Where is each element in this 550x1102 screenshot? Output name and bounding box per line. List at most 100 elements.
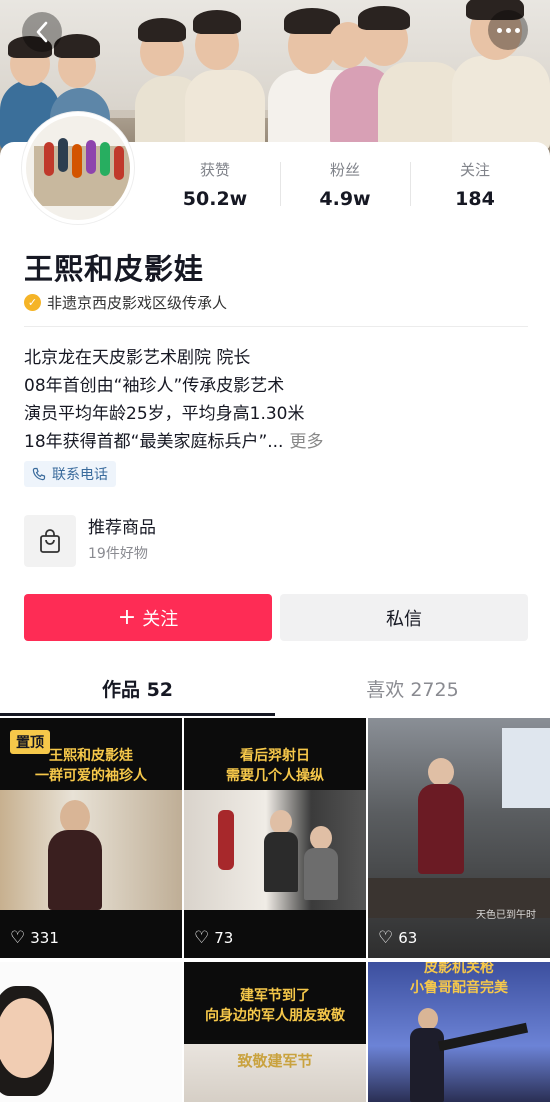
shop-text: 推荐商品 19件好物 <box>88 516 156 566</box>
caption-line: 小鲁哥配音完美 <box>410 980 508 996</box>
video-grid: 置顶 王熙和皮影娃 一群可爱的袖珍人 ♡ 331 看后羿射日 需要几个人操纵 ♡ <box>0 718 550 1102</box>
banner-figure <box>452 56 550 150</box>
bio-line: 08年首创由“袖珍人”传承皮影艺术 <box>24 376 285 396</box>
avatar-figure <box>72 144 82 178</box>
heart-icon: ♡ <box>378 928 394 948</box>
avatar-figure <box>86 140 96 174</box>
bio-line-last: 18年获得首都“最美家庭标兵户”... 更多 <box>24 428 534 456</box>
caption-line: 向身边的军人朋友致敬 <box>205 1008 345 1024</box>
avatar-figure <box>44 142 54 176</box>
follow-button[interactable]: + 关注 <box>24 594 272 641</box>
more-dots-icon <box>496 27 502 33</box>
banner-figure <box>358 6 410 30</box>
thumb-figure <box>304 848 338 900</box>
video-tile[interactable]: 天色已到午时 ♡ 63 <box>368 718 550 958</box>
stat-label: 粉丝 <box>329 161 360 179</box>
thumb-title: 致敬建军节 <box>237 1052 313 1070</box>
video-tile[interactable]: 置顶 王熙和皮影娃 一群可爱的袖珍人 ♡ 331 <box>0 718 182 958</box>
shop-subtitle: 19件好物 <box>88 546 148 562</box>
video-thumbnail <box>0 790 182 910</box>
video-tile[interactable]: 建军节到了 向身边的军人朋友致敬 致敬建军节 <box>184 962 366 1102</box>
divider <box>24 326 528 327</box>
more-button[interactable] <box>488 10 528 50</box>
avatar-figure <box>58 138 68 172</box>
thumb-prop <box>437 1022 529 1052</box>
stat-value: 4.9w <box>319 188 371 210</box>
stat-likes[interactable]: 获赞 50.2w <box>150 160 280 210</box>
video-thumbnail <box>184 790 366 910</box>
verification-row: ✓ 非遗京西皮影戏区级传承人 <box>24 292 227 313</box>
contact-label: 联系电话 <box>52 467 108 483</box>
plus-icon: + <box>117 604 137 630</box>
thumb-figure <box>270 810 292 834</box>
avatar-figure <box>114 146 124 180</box>
video-tile[interactable] <box>0 962 182 1102</box>
caption-line: 看后羿射日 <box>240 748 310 764</box>
bio: 北京龙在天皮影艺术剧院 院长 08年首创由“袖珍人”传承皮影艺术 演员平均年龄2… <box>24 344 534 456</box>
heart-icon: ♡ <box>194 928 210 948</box>
chevron-left-icon <box>36 21 48 43</box>
video-tile[interactable]: 看后羿射日 需要几个人操纵 ♡ 73 <box>184 718 366 958</box>
caption-line: 一群可爱的袖珍人 <box>35 768 147 784</box>
message-button[interactable]: 私信 <box>280 594 528 641</box>
avatar[interactable] <box>22 112 134 224</box>
bio-line: 18年获得首都“最美家庭标兵户”... <box>24 432 284 452</box>
caption-line: 皮影机关枪 <box>424 962 494 976</box>
banner-figure <box>193 10 241 34</box>
shop-title: 推荐商品 <box>88 518 156 538</box>
caption-line: 建军节到了 <box>240 988 310 1004</box>
caption-line: 王熙和皮影娃 <box>49 748 133 764</box>
heart-icon: ♡ <box>10 928 26 948</box>
caption-line: 需要几个人操纵 <box>226 768 324 784</box>
thumb-figure <box>48 830 102 910</box>
content-tabs: 作品 52 喜欢 2725 <box>0 666 550 716</box>
thumb-figure <box>310 826 332 850</box>
video-caption: 王熙和皮影娃 一群可爱的袖珍人 <box>0 746 182 786</box>
avatar-figure <box>100 142 110 176</box>
video-caption: 建军节到了 向身边的军人朋友致敬 <box>184 986 366 1026</box>
likes-count: 63 <box>398 929 418 947</box>
thumb-figure <box>418 1008 438 1030</box>
video-likes: ♡ 331 <box>10 928 59 948</box>
bio-line: 北京龙在天皮影艺术剧院 院长 <box>24 348 251 368</box>
stat-value: 184 <box>455 188 495 210</box>
shop-icon-box <box>24 515 76 567</box>
video-tile[interactable]: 皮影机关枪 小鲁哥配音完美 <box>368 962 550 1102</box>
video-likes: ♡ 63 <box>378 928 417 948</box>
tab-works[interactable]: 作品 52 <box>0 666 275 716</box>
tab-likes[interactable]: 喜欢 2725 <box>275 666 550 716</box>
banner-figure <box>138 18 186 42</box>
thumb-figure <box>264 832 298 892</box>
message-label: 私信 <box>386 608 422 630</box>
shopping-bag-icon <box>40 529 60 553</box>
bio-line: 演员平均年龄25岁，平均身高1.30米 <box>24 404 305 424</box>
stat-label: 获赞 <box>199 161 230 179</box>
back-button[interactable] <box>22 12 62 52</box>
thumb-figure <box>60 800 90 834</box>
profile-stats: 获赞 50.2w 粉丝 4.9w 关注 184 <box>150 160 540 210</box>
stat-value: 50.2w <box>182 188 248 210</box>
more-dots-icon <box>505 27 511 33</box>
thumb-figure <box>428 758 454 786</box>
thumb-figure <box>410 1028 444 1102</box>
verified-badge-icon: ✓ <box>24 294 41 311</box>
thumb-figure <box>218 810 234 870</box>
stat-label: 关注 <box>459 161 490 179</box>
profile-name: 王熙和皮影娃 <box>24 252 205 286</box>
video-likes: ♡ 73 <box>194 928 233 948</box>
more-dots-icon <box>514 27 520 33</box>
recommended-products[interactable]: 推荐商品 19件好物 <box>24 515 156 567</box>
video-watermark: 天色已到午时 <box>476 910 536 921</box>
likes-count: 73 <box>214 929 234 947</box>
likes-count: 331 <box>30 929 59 947</box>
thumb-screen <box>502 728 550 808</box>
follow-label: 关注 <box>142 608 179 630</box>
contact-phone-button[interactable]: 联系电话 <box>24 461 116 487</box>
verification-text: 非遗京西皮影戏区级传承人 <box>47 294 228 312</box>
phone-icon <box>32 467 46 481</box>
banner-figure <box>185 70 265 150</box>
stat-following[interactable]: 关注 184 <box>410 160 540 210</box>
video-thumbnail: 致敬建军节 <box>184 1044 366 1102</box>
stat-followers[interactable]: 粉丝 4.9w <box>280 160 410 210</box>
bio-more-link[interactable]: 更多 <box>289 432 323 452</box>
